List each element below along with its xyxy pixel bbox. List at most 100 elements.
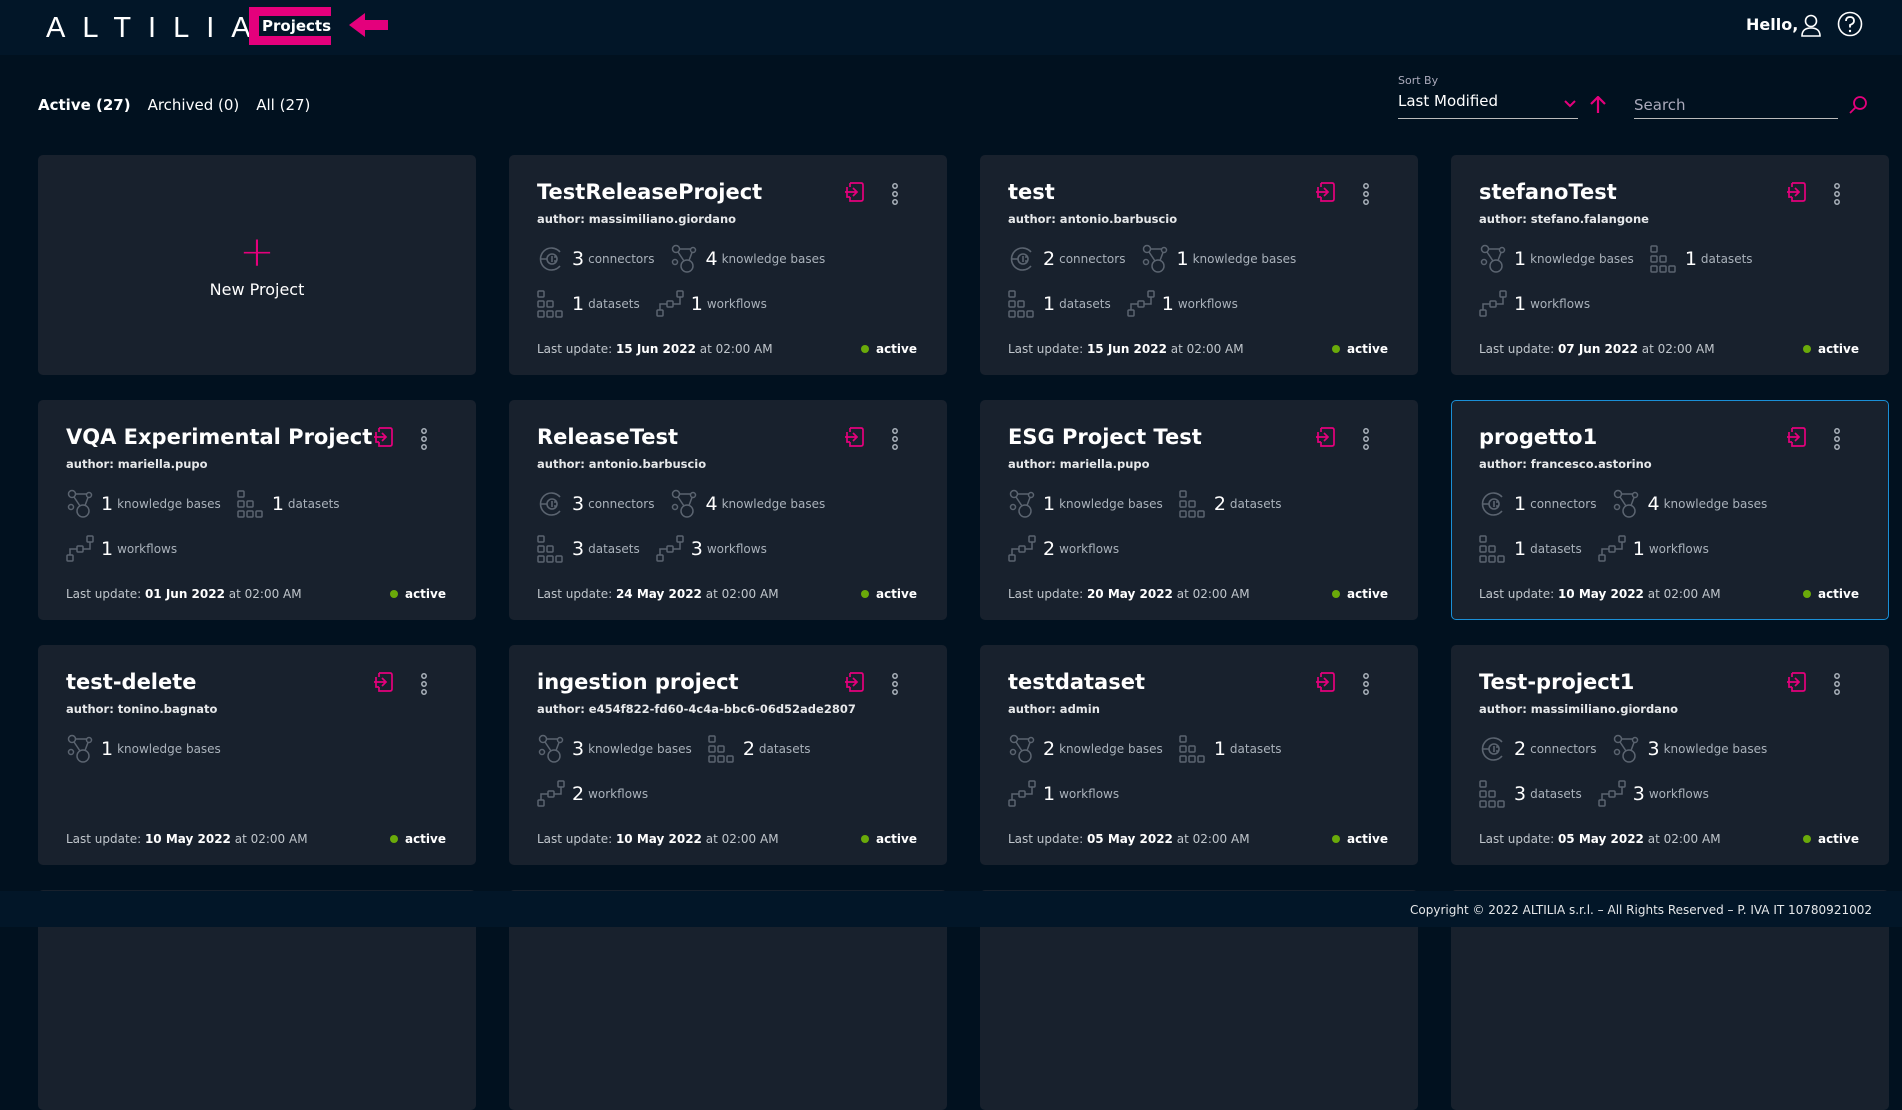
help-icon[interactable] bbox=[1837, 11, 1863, 37]
status-dot bbox=[389, 590, 398, 598]
workflow-icon bbox=[1126, 290, 1155, 317]
project-card[interactable]: TestReleaseProject author: massimiliano.g… bbox=[509, 155, 947, 375]
tab-archived[interactable]: Archived (0) bbox=[148, 96, 240, 114]
more-options-icon[interactable] bbox=[1833, 183, 1841, 209]
project-title[interactable]: VQA Experimental Project bbox=[66, 425, 372, 449]
open-project-icon[interactable] bbox=[1315, 182, 1335, 206]
stat-label: workflows bbox=[117, 542, 178, 556]
project-card[interactable]: stefanoTest author: stefano.falangone 1 kno… bbox=[1451, 155, 1889, 375]
stat-count: 2 bbox=[1043, 538, 1056, 560]
status-dot bbox=[1802, 345, 1811, 353]
search-input[interactable] bbox=[1634, 92, 1838, 119]
stat-count: 3 bbox=[572, 738, 585, 760]
stat-datasets: 1 datasets bbox=[1479, 533, 1582, 565]
open-project-icon[interactable] bbox=[373, 427, 393, 451]
sort-value: Last Modified bbox=[1398, 92, 1499, 110]
open-project-icon[interactable] bbox=[1786, 672, 1806, 696]
knowledge-base-icon bbox=[1009, 734, 1035, 763]
more-options-icon[interactable] bbox=[420, 673, 428, 699]
more-options-icon[interactable] bbox=[420, 428, 428, 454]
connector-icon bbox=[1481, 492, 1503, 516]
project-card[interactable]: ingestion project author: e454f822-fd60-4… bbox=[509, 645, 947, 865]
more-options-icon[interactable] bbox=[891, 428, 899, 454]
more-options-icon[interactable] bbox=[1362, 183, 1370, 209]
last-update: Last update: 20 May 2022 at 02:00 AM bbox=[1008, 587, 1250, 601]
more-options-icon[interactable] bbox=[1833, 673, 1841, 699]
more-options-icon[interactable] bbox=[1362, 428, 1370, 454]
knowledge-base-icon bbox=[1614, 734, 1639, 763]
knowledge-base-icon bbox=[1480, 244, 1506, 273]
project-card[interactable]: ReleaseTest author: antonio.barbuscio 3 con… bbox=[509, 400, 947, 620]
project-title[interactable]: progetto1 bbox=[1479, 425, 1597, 449]
connector-icon bbox=[1010, 247, 1032, 271]
stat-count: 1 bbox=[1514, 493, 1527, 515]
workflow-icon bbox=[1597, 535, 1626, 562]
project-card[interactable]: VQA Experimental Project author: mariella… bbox=[38, 400, 476, 620]
project-stats: 1 knowledge bases 1 datasets 1 workflows bbox=[66, 488, 426, 565]
stat-label: connectors bbox=[1059, 252, 1126, 266]
stat-label: datasets bbox=[1700, 252, 1753, 266]
new-project-card[interactable]: + New Project bbox=[38, 155, 476, 375]
project-title[interactable]: TestReleaseProject bbox=[537, 180, 762, 204]
open-project-icon[interactable] bbox=[1315, 672, 1335, 696]
more-options-icon[interactable] bbox=[891, 183, 899, 209]
project-title[interactable]: ESG Project Test bbox=[1008, 425, 1202, 449]
project-title[interactable]: testdataset bbox=[1008, 670, 1145, 694]
project-card[interactable]: ESG Project Test author: mariella.pupo 1 kn… bbox=[980, 400, 1418, 620]
project-card[interactable]: Test-project1 author: massimiliano.giorda… bbox=[1451, 645, 1889, 865]
dataset-icon bbox=[1008, 290, 1034, 318]
project-title[interactable]: test-delete bbox=[66, 670, 197, 694]
workflow-icon bbox=[655, 290, 684, 317]
connector-icon bbox=[539, 492, 561, 516]
dataset-icon bbox=[1179, 490, 1205, 518]
more-options-icon[interactable] bbox=[891, 673, 899, 699]
project-card[interactable]: progetto1 author: francesco.astorino 1 conn… bbox=[1451, 400, 1889, 620]
altilia-logo[interactable]: ALTILIA bbox=[46, 12, 268, 45]
stat-knowledge-bases: 1 knowledge bases bbox=[1141, 243, 1296, 275]
project-card[interactable]: test-delete author: tonino.bagnato 1 knowle… bbox=[38, 645, 476, 865]
open-project-icon[interactable] bbox=[1315, 427, 1335, 451]
stat-knowledge-bases: 3 knowledge bases bbox=[537, 733, 692, 765]
stat-label: datasets bbox=[588, 542, 640, 556]
project-author: author: massimiliano.giordano bbox=[1479, 702, 1679, 716]
stat-connectors: 3 connectors bbox=[537, 488, 654, 520]
stat-count: 1 bbox=[1514, 248, 1527, 270]
project-title[interactable]: Test-project1 bbox=[1479, 670, 1634, 694]
project-title[interactable]: ReleaseTest bbox=[537, 425, 678, 449]
project-title[interactable]: test bbox=[1008, 180, 1055, 204]
dataset-icon bbox=[1650, 245, 1676, 273]
workflow-icon bbox=[1479, 290, 1507, 317]
stat-datasets: 3 datasets bbox=[537, 533, 640, 565]
open-project-icon[interactable] bbox=[373, 672, 393, 696]
tab-all[interactable]: All (27) bbox=[256, 96, 310, 114]
project-card[interactable]: testdataset author: admin 2 knowledge bases… bbox=[980, 645, 1418, 865]
stat-count: 1 bbox=[1632, 538, 1645, 560]
open-project-icon[interactable] bbox=[1786, 427, 1806, 451]
tab-active[interactable]: Active (27) bbox=[38, 96, 131, 114]
more-options-icon[interactable] bbox=[1833, 428, 1841, 454]
project-title[interactable]: ingestion project bbox=[537, 670, 739, 694]
project-author: author: mariella.pupo bbox=[1008, 457, 1150, 471]
section-title[interactable]: Projects bbox=[259, 16, 335, 36]
open-project-icon[interactable] bbox=[844, 672, 864, 696]
stat-knowledge-bases: 2 knowledge bases bbox=[1008, 733, 1163, 765]
stat-label: workflows bbox=[1177, 297, 1238, 311]
open-project-icon[interactable] bbox=[1786, 182, 1806, 206]
last-update: Last update: 10 May 2022 at 02:00 AM bbox=[66, 832, 308, 846]
open-project-icon[interactable] bbox=[844, 182, 864, 206]
stat-count: 3 bbox=[572, 538, 585, 560]
search-icon[interactable] bbox=[1848, 95, 1868, 115]
status-badge: active bbox=[1331, 832, 1388, 846]
user-icon[interactable] bbox=[1800, 14, 1822, 38]
stat-datasets: 1 datasets bbox=[1008, 288, 1111, 320]
sort-select[interactable]: Last Modified bbox=[1398, 92, 1578, 119]
sort-ascending-icon[interactable] bbox=[1590, 96, 1606, 114]
stat-label: workflows bbox=[1648, 542, 1709, 556]
open-project-icon[interactable] bbox=[844, 427, 864, 451]
project-title[interactable]: stefanoTest bbox=[1479, 180, 1617, 204]
more-options-icon[interactable] bbox=[1362, 673, 1370, 699]
stat-label: connectors bbox=[1530, 742, 1597, 756]
stat-count: 3 bbox=[572, 248, 585, 270]
project-card[interactable]: test author: antonio.barbuscio 2 connectors… bbox=[980, 155, 1418, 375]
stat-count: 1 bbox=[271, 493, 284, 515]
